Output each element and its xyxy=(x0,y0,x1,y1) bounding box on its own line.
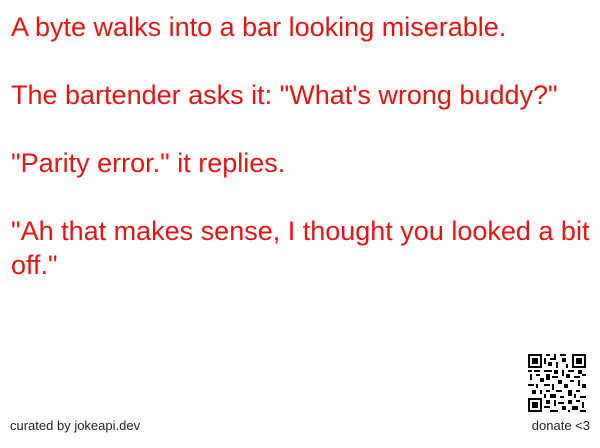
joke-line-reply: "Parity error." it replies. xyxy=(11,148,286,178)
qr-code-icon[interactable] xyxy=(528,354,586,412)
donate-link[interactable]: donate <3 xyxy=(532,418,590,433)
curated-by-label[interactable]: curated by jokeapi.dev xyxy=(10,418,140,433)
joke-text: A byte walks into a bar looking miserabl… xyxy=(11,10,591,282)
joke-line-punchline: "Ah that makes sense, I thought you look… xyxy=(11,216,590,280)
joke-line-setup: A byte walks into a bar looking miserabl… xyxy=(11,12,507,42)
joke-line-question: The bartender asks it: "What's wrong bud… xyxy=(11,80,558,110)
